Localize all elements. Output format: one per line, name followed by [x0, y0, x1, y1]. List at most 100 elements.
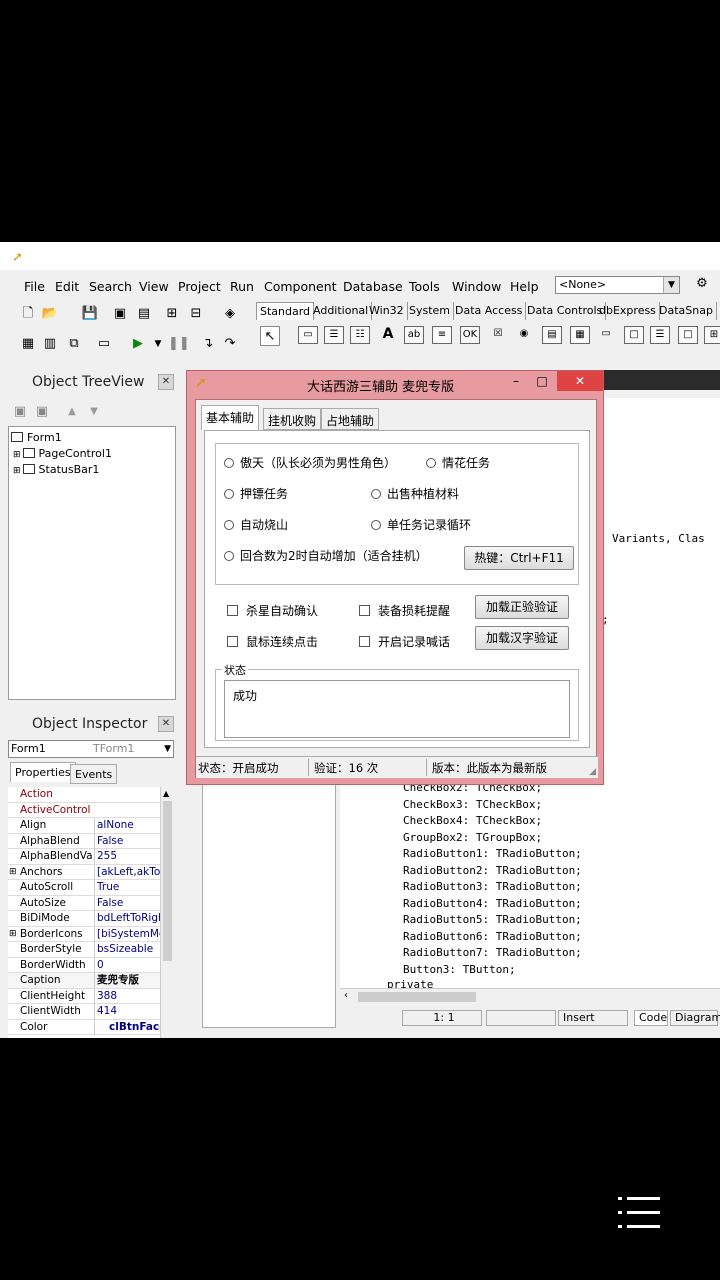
delete-item-icon[interactable]: ▣ [32, 402, 52, 422]
edit-icon[interactable]: ab [404, 326, 424, 344]
property-row-selected[interactable]: Caption 麦兜专版 [8, 973, 160, 989]
checkbox-icon[interactable]: ☒ [488, 326, 508, 344]
palette-tab-system[interactable]: System [406, 302, 455, 320]
tab-land-assist[interactable]: 占地辅助 [321, 408, 380, 430]
menu-view[interactable]: View [139, 279, 169, 294]
new-item-icon[interactable]: ▣ [10, 402, 30, 422]
scroll-thumb[interactable] [163, 801, 172, 961]
checkbox-equip-wear[interactable]: 装备损耗提醒 [359, 602, 450, 619]
property-row[interactable]: AlphaBlend False [8, 833, 160, 849]
load-chinese-verify-button[interactable]: 加载汉字验证 [475, 626, 569, 650]
tab-properties[interactable]: Properties [10, 762, 76, 782]
view-unit-icon[interactable]: ▦ [18, 334, 38, 354]
component-combo[interactable]: <None> ▼ [555, 276, 680, 294]
radio-escort[interactable]: 押镖任务 [224, 485, 288, 502]
inspector-object-combo[interactable]: Form1 TForm1 ▼ [8, 740, 174, 758]
new-form-icon[interactable]: ▭ [94, 334, 114, 354]
palette-tab-dbexpress[interactable]: dbExpress [596, 302, 660, 320]
inspector-close-icon[interactable]: ✕ [158, 716, 174, 732]
tree-node-statusbar1[interactable]: ⊞ StatusBar1 [13, 463, 99, 476]
tab-diagram[interactable]: Diagram [670, 1010, 720, 1026]
add-file-icon[interactable]: ⊞ [162, 304, 182, 324]
step-over-icon[interactable]: ↷ [220, 334, 240, 354]
expand-plus-icon[interactable]: ⊞ [13, 466, 21, 476]
hscroll-thumb[interactable] [358, 992, 476, 1002]
checkbox-shout-log[interactable]: 开启记录喊话 [359, 633, 450, 650]
radio-sell-materials[interactable]: 出售种植材料 [371, 485, 459, 502]
property-row[interactable]: Align alNone [8, 818, 160, 834]
menu-file[interactable]: File [24, 279, 45, 294]
panel-icon[interactable]: □ [678, 326, 698, 344]
menu-tools[interactable]: Tools [409, 279, 440, 294]
radio-task-loop[interactable]: 单任务记录循环 [371, 516, 471, 533]
tree-node-pagecontrol1[interactable]: ⊞ PageControl1 [13, 447, 112, 460]
menu-run[interactable]: Run [230, 279, 254, 294]
move-up-icon[interactable]: ▲ [62, 402, 82, 422]
property-row[interactable]: AutoSize False [8, 895, 160, 911]
palette-tab-data-access[interactable]: Data Access [452, 302, 527, 320]
radio-round-auto[interactable]: 回合数为2时自动增加（适合挂机） [224, 547, 428, 564]
pointer-icon[interactable]: ↖ [260, 326, 280, 346]
property-row[interactable]: ClientWidth 414 [8, 1004, 160, 1020]
save-all-icon[interactable]: ▣ [110, 304, 130, 324]
menu-database[interactable]: Database [343, 279, 403, 294]
groupbox-icon[interactable]: □ [624, 326, 644, 344]
save-icon[interactable]: 💾 [80, 304, 100, 324]
property-row[interactable]: BorderWidth 0 [8, 957, 160, 973]
radio-aotian[interactable]: 傲天（队长必须为男性角色） [224, 454, 396, 471]
palette-tab-additional[interactable]: Additional [310, 302, 373, 320]
run-dropdown-icon[interactable]: ▼ [148, 334, 168, 354]
hotkey-button[interactable]: 热键：Ctrl+F11 [464, 546, 574, 570]
menu-component[interactable]: Component [264, 279, 337, 294]
scrollbar-icon[interactable]: ▭ [596, 326, 616, 344]
palette-tab-win32[interactable]: Win32 [366, 302, 408, 320]
property-row[interactable]: Action [8, 787, 160, 803]
property-row[interactable]: AutoScroll True [8, 880, 160, 896]
palette-tab-standard[interactable]: Standard [256, 302, 315, 320]
actionlist-icon[interactable]: ⊞ [704, 326, 720, 344]
tab-afk-buy[interactable]: 挂机收购 [263, 408, 322, 430]
remove-file-icon[interactable]: ⊟ [186, 304, 206, 324]
chevron-down-icon[interactable]: ▼ [663, 277, 679, 293]
property-row[interactable]: ActiveControl [8, 803, 160, 818]
property-row[interactable]: ClientHeight 388 [8, 988, 160, 1004]
tab-basic-assist[interactable]: 基本辅助 [201, 405, 260, 430]
help-book-icon[interactable]: ◈ [220, 304, 240, 324]
memo-icon[interactable]: ≡ [432, 326, 452, 344]
checkbox-kill-star[interactable]: 杀星自动确认 [227, 602, 318, 619]
listbox-icon[interactable]: ▤ [542, 326, 562, 344]
menu-project[interactable]: Project [178, 279, 221, 294]
status-memo[interactable]: 成功 [224, 680, 570, 738]
property-row[interactable]: ColorclBtnFace [8, 1019, 160, 1035]
run-icon[interactable]: ▶ [128, 334, 148, 354]
radio-burn-mountain[interactable]: 自动烧山 [224, 516, 288, 533]
radio-qinghua[interactable]: 情花任务 [426, 454, 490, 471]
treeview-close-icon[interactable]: ✕ [158, 374, 174, 390]
menu-search[interactable]: Search [89, 279, 132, 294]
editor-hscrollbar[interactable]: ‹ [340, 988, 720, 1004]
load-verify-button[interactable]: 加载正验验证 [475, 595, 569, 619]
view-form-icon[interactable]: ▥ [40, 334, 60, 354]
radiobutton-icon[interactable]: ◉ [514, 326, 534, 344]
label-icon[interactable]: A [378, 326, 398, 344]
combobox-icon[interactable]: ▦ [570, 326, 590, 344]
trace-into-icon[interactable]: ↴ [198, 334, 218, 354]
toggle-form-icon[interactable]: ⧉ [64, 334, 84, 354]
tab-code[interactable]: Code [634, 1010, 668, 1026]
popupmenu-icon[interactable]: ☷ [350, 326, 370, 344]
expand-plus-icon[interactable]: ⊞ [13, 450, 21, 460]
new-icon[interactable]: 🗋 [18, 304, 38, 324]
property-row[interactable]: BiDiModebdLeftToRight [8, 911, 160, 927]
checkbox-mouse-click[interactable]: 鼠标连续点击 [227, 633, 318, 650]
radiogroup-icon[interactable]: ☰ [650, 326, 670, 344]
inspector-scrollbar[interactable]: ▲ [160, 787, 174, 1038]
property-row[interactable]: ⊞ Anchors [akLeft,akTop [8, 864, 160, 880]
move-down-icon[interactable]: ▼ [84, 402, 104, 422]
chevron-down-icon[interactable]: ▼ [164, 741, 171, 757]
tree-node-form1[interactable]: Form1 [11, 431, 62, 444]
frame-icon[interactable]: ▭ [298, 326, 318, 344]
palette-tab-data-controls[interactable]: Data Controls [524, 302, 607, 320]
maximize-icon[interactable]: □ [529, 371, 555, 391]
component-list-icon[interactable]: ⚙ [692, 274, 712, 294]
pause-icon[interactable]: ❚❚ [168, 334, 190, 354]
